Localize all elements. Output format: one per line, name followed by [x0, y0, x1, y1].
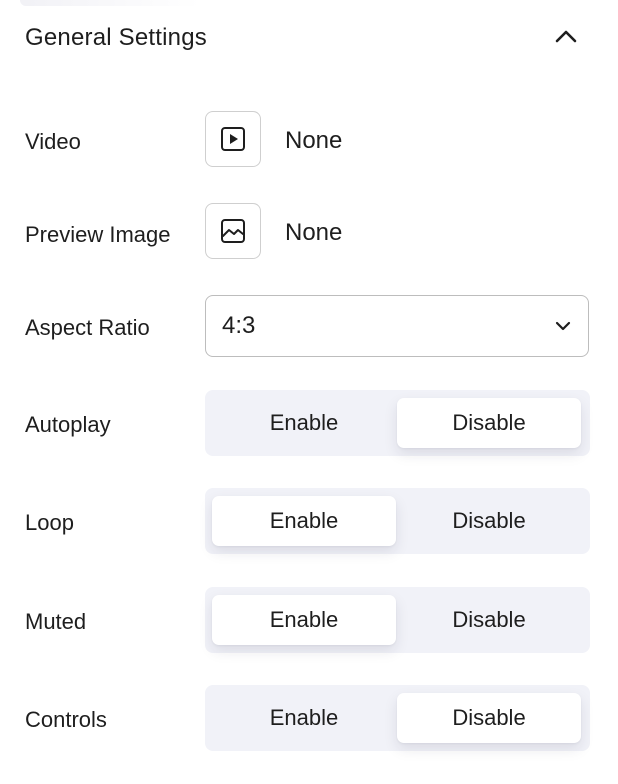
muted-enable-option[interactable]: Enable [212, 595, 396, 645]
autoplay-row: Autoplay Enable Disable [0, 390, 618, 456]
preview-image-select-button[interactable] [205, 203, 261, 259]
muted-label: Muted [25, 609, 87, 634]
aspect-ratio-value: 4:3 [222, 312, 256, 339]
preview-image-row: Preview Image None [0, 202, 618, 262]
muted-row: Muted Enable Disable [0, 587, 618, 653]
autoplay-disable-option[interactable]: Disable [397, 398, 581, 448]
collapse-toggle-button[interactable] [546, 18, 586, 54]
controls-enable-option[interactable]: Enable [212, 693, 396, 743]
image-icon [221, 219, 245, 243]
chevron-down-icon [555, 321, 571, 331]
loop-row: Loop Enable Disable [0, 488, 618, 554]
video-play-icon [221, 127, 245, 151]
controls-row: Controls Enable Disable [0, 685, 618, 751]
controls-disable-option[interactable]: Disable [397, 693, 581, 743]
preview-image-label: Preview Image [25, 222, 171, 247]
panel-header[interactable]: General Settings [0, 0, 618, 78]
loop-toggle-group: Enable Disable [205, 488, 590, 554]
panel-title: General Settings [25, 24, 207, 51]
autoplay-label: Autoplay [25, 412, 111, 437]
video-label: Video [25, 129, 81, 154]
aspect-ratio-select[interactable]: 4:3 [205, 295, 589, 357]
controls-toggle-group: Enable Disable [205, 685, 590, 751]
controls-label: Controls [25, 707, 107, 732]
video-row: Video None [0, 110, 618, 170]
muted-toggle-group: Enable Disable [205, 587, 590, 653]
chevron-up-icon [555, 30, 577, 43]
loop-enable-option[interactable]: Enable [212, 496, 396, 546]
aspect-ratio-row: Aspect Ratio 4:3 [0, 295, 618, 357]
autoplay-enable-option[interactable]: Enable [212, 398, 396, 448]
video-value: None [285, 127, 343, 154]
autoplay-toggle-group: Enable Disable [205, 390, 590, 456]
preview-image-value: None [285, 219, 343, 246]
loop-label: Loop [25, 510, 74, 535]
muted-disable-option[interactable]: Disable [397, 595, 581, 645]
loop-disable-option[interactable]: Disable [397, 496, 581, 546]
video-select-button[interactable] [205, 111, 261, 167]
aspect-ratio-label: Aspect Ratio [25, 315, 150, 340]
